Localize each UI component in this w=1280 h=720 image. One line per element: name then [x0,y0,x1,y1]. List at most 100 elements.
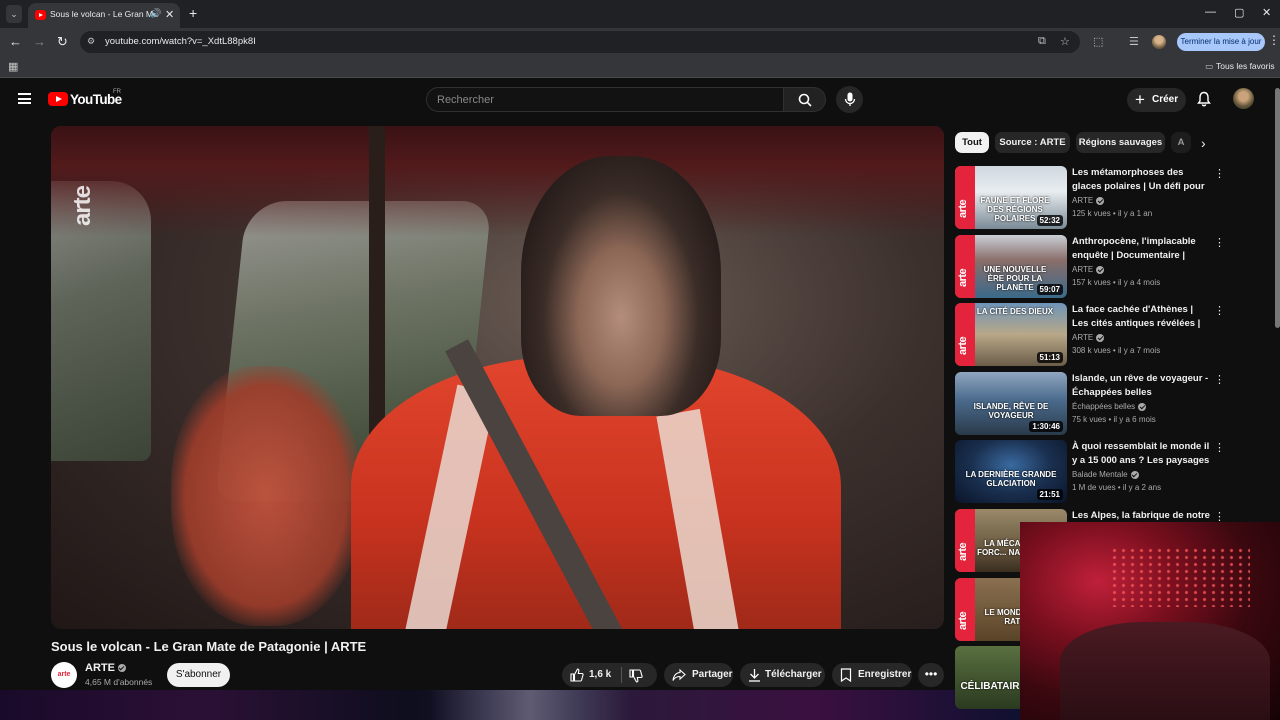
video-player[interactable]: arte [51,126,944,629]
video-frame-person-head [521,156,721,416]
menu-icon[interactable] [18,93,31,104]
verified-icon [117,664,126,673]
video-duration: 52:32 [1036,215,1063,226]
chip-source-arte[interactable]: Source : ARTE [995,132,1070,153]
video-title: Sous le volcan - Le Gran Mate de Patagon… [51,639,367,654]
tab-close-icon[interactable]: ✕ [165,8,174,21]
like-dislike-group: 1,6 k [562,663,657,687]
subscribe-button[interactable]: S'abonner [167,663,230,687]
recommendation-title[interactable]: À quoi ressemblait le monde il y a 15 00… [1072,440,1212,467]
recommendation-channel[interactable]: Balade Mentale [1072,470,1139,479]
window-close-icon[interactable]: ✕ [1262,6,1271,19]
thumbs-down-icon[interactable] [629,669,643,683]
recommendation-channel[interactable]: Échappées belles [1072,402,1147,411]
more-vertical-icon[interactable]: ⋮ [1214,236,1225,249]
maximize-icon[interactable]: ▢ [1234,6,1244,19]
chip-partial[interactable]: A [1171,132,1191,153]
browser-toolbar: ← → ↻ ⚙ youtube.com/watch?v=_XdtL88pk8I … [0,28,1280,56]
recommendation-channel[interactable]: ARTE [1072,196,1105,205]
verified-icon [1096,265,1105,274]
plus-icon: + [1135,90,1145,109]
recommendation-title[interactable]: Les métamorphoses des glaces polaires | … [1072,166,1212,193]
arte-band: arte [955,235,975,298]
channel-avatar[interactable]: arte [51,662,77,688]
recommendation-item[interactable]: ISLANDE, RÊVE DE VOYAGEUR 1:30:46 Island… [955,372,1225,436]
more-vertical-icon[interactable]: ⋮ [1214,441,1225,454]
extensions-icon[interactable]: ⬚ [1093,35,1103,48]
like-count[interactable]: 1,6 k [589,669,611,680]
thumbs-up-icon[interactable] [570,668,584,682]
save-label: Enregistrer [858,669,912,680]
more-actions-button[interactable]: ••• [918,663,944,687]
chip-all[interactable]: Tout [955,132,989,153]
minimize-icon[interactable]: — [1205,6,1216,18]
download-button[interactable]: Télécharger [740,663,825,687]
recommendation-item[interactable]: arte UNE NOUVELLE ÈRE POUR LA PLANÈTE 59… [955,235,1225,299]
recommendation-channel[interactable]: ARTE [1072,265,1105,274]
verified-icon [1130,470,1139,479]
recommendation-thumbnail[interactable]: arte UNE NOUVELLE ÈRE POUR LA PLANÈTE 59… [955,235,1067,298]
youtube-logo-icon[interactable] [48,92,68,106]
share-button[interactable]: Partager [664,663,733,687]
recommendation-channel[interactable]: ARTE [1072,333,1105,342]
verified-icon [1096,196,1105,205]
description-area-background [0,690,1020,720]
share-icon [672,668,686,681]
recommendation-thumbnail[interactable]: arte LA CITÉ DES DIEUX 51:13 [955,303,1067,366]
recommendation-item[interactable]: arte LA CITÉ DES DIEUX 51:13 La face cac… [955,303,1225,367]
more-vertical-icon[interactable]: ⋮ [1214,373,1225,386]
new-tab-icon[interactable]: + [189,5,197,21]
reload-icon[interactable]: ↻ [57,34,68,50]
recommendation-thumbnail[interactable]: ISLANDE, RÊVE DE VOYAGEUR 1:30:46 [955,372,1067,435]
notifications-bell-icon[interactable] [1197,91,1211,107]
recommendation-meta: 75 k vues • il y a 6 mois [1072,415,1156,424]
channel-avatar-logo: arte [57,671,71,678]
thumbnail-caption: CÉLIBATAIR [960,681,1020,692]
chip-wild-regions[interactable]: Régions sauvages [1076,132,1165,153]
browser-menu-icon[interactable]: ⋮ [1268,33,1280,47]
search-button[interactable] [784,87,826,112]
recommendation-title[interactable]: Anthropocène, l'implacable enquête | Doc… [1072,235,1212,262]
page-scrollbar[interactable] [1275,88,1280,328]
site-info-icon[interactable]: ⚙ [87,36,99,48]
forward-icon[interactable]: → [33,34,46,49]
reading-list-icon[interactable]: ☰ [1129,35,1139,48]
channel-name-link[interactable]: ARTE [85,662,126,674]
back-icon[interactable]: ← [9,34,22,49]
search-input[interactable]: Rechercher [426,87,784,112]
verified-icon [1096,333,1105,342]
user-avatar[interactable] [1233,88,1254,109]
browser-profile-avatar[interactable] [1152,35,1166,49]
recommendation-thumbnail[interactable]: LA DERNIÈRE GRANDE GLACIATION 21:51 [955,440,1067,503]
save-button[interactable]: Enregistrer [832,663,912,687]
audio-playing-icon[interactable]: 🔊 [150,8,161,19]
bookmark-star-icon[interactable]: ☆ [1060,35,1070,48]
tab-search-chevron-icon[interactable]: ⌄ [6,5,22,23]
browser-tab-active[interactable]: Sous le volcan - Le Gran Ma 🔊 ✕ [28,3,180,28]
thumbnail-caption: LA CITÉ DES DIEUX [976,307,1054,316]
more-horizontal-icon: ••• [924,667,938,681]
recommendation-title[interactable]: Les Alpes, la fabrique de notre [1072,509,1212,523]
chips-next-icon[interactable]: › [1201,135,1206,151]
create-label: Créer [1152,94,1179,105]
recommendation-title[interactable]: La face cachée d'Athènes | Les cités ant… [1072,303,1212,330]
more-vertical-icon[interactable]: ⋮ [1214,167,1225,180]
recommendation-item[interactable]: arte FAUNE ET FLORE DES RÉGIONS POLAIRES… [955,166,1225,230]
address-bar[interactable]: ⚙ youtube.com/watch?v=_XdtL88pk8I ⧉ ☆ [80,31,1080,53]
recommendation-item[interactable]: LA DERNIÈRE GRANDE GLACIATION 21:51 À qu… [955,440,1225,504]
create-button[interactable]: + Créer [1127,88,1186,112]
apps-grid-icon[interactable]: ▦ [8,60,18,73]
recommendation-thumbnail[interactable]: arte FAUNE ET FLORE DES RÉGIONS POLAIRES… [955,166,1067,229]
recommendation-meta: 125 k vues • il y a 1 an [1072,209,1153,218]
voice-search-button[interactable] [836,86,863,113]
recommendation-title[interactable]: Islande, un rêve de voyageur - Échappées… [1072,372,1212,399]
update-button[interactable]: Terminer la mise à jour [1177,33,1265,51]
verified-icon [1138,402,1147,411]
all-bookmarks-link[interactable]: ▭ Tous les favoris [1205,61,1275,72]
url-text[interactable]: youtube.com/watch?v=_XdtL88pk8I [105,36,256,47]
install-app-icon[interactable]: ⧉ [1038,35,1046,48]
arte-band: arte [955,166,975,229]
search-icon [798,93,812,107]
more-vertical-icon[interactable]: ⋮ [1214,304,1225,317]
share-label: Partager [692,669,733,680]
